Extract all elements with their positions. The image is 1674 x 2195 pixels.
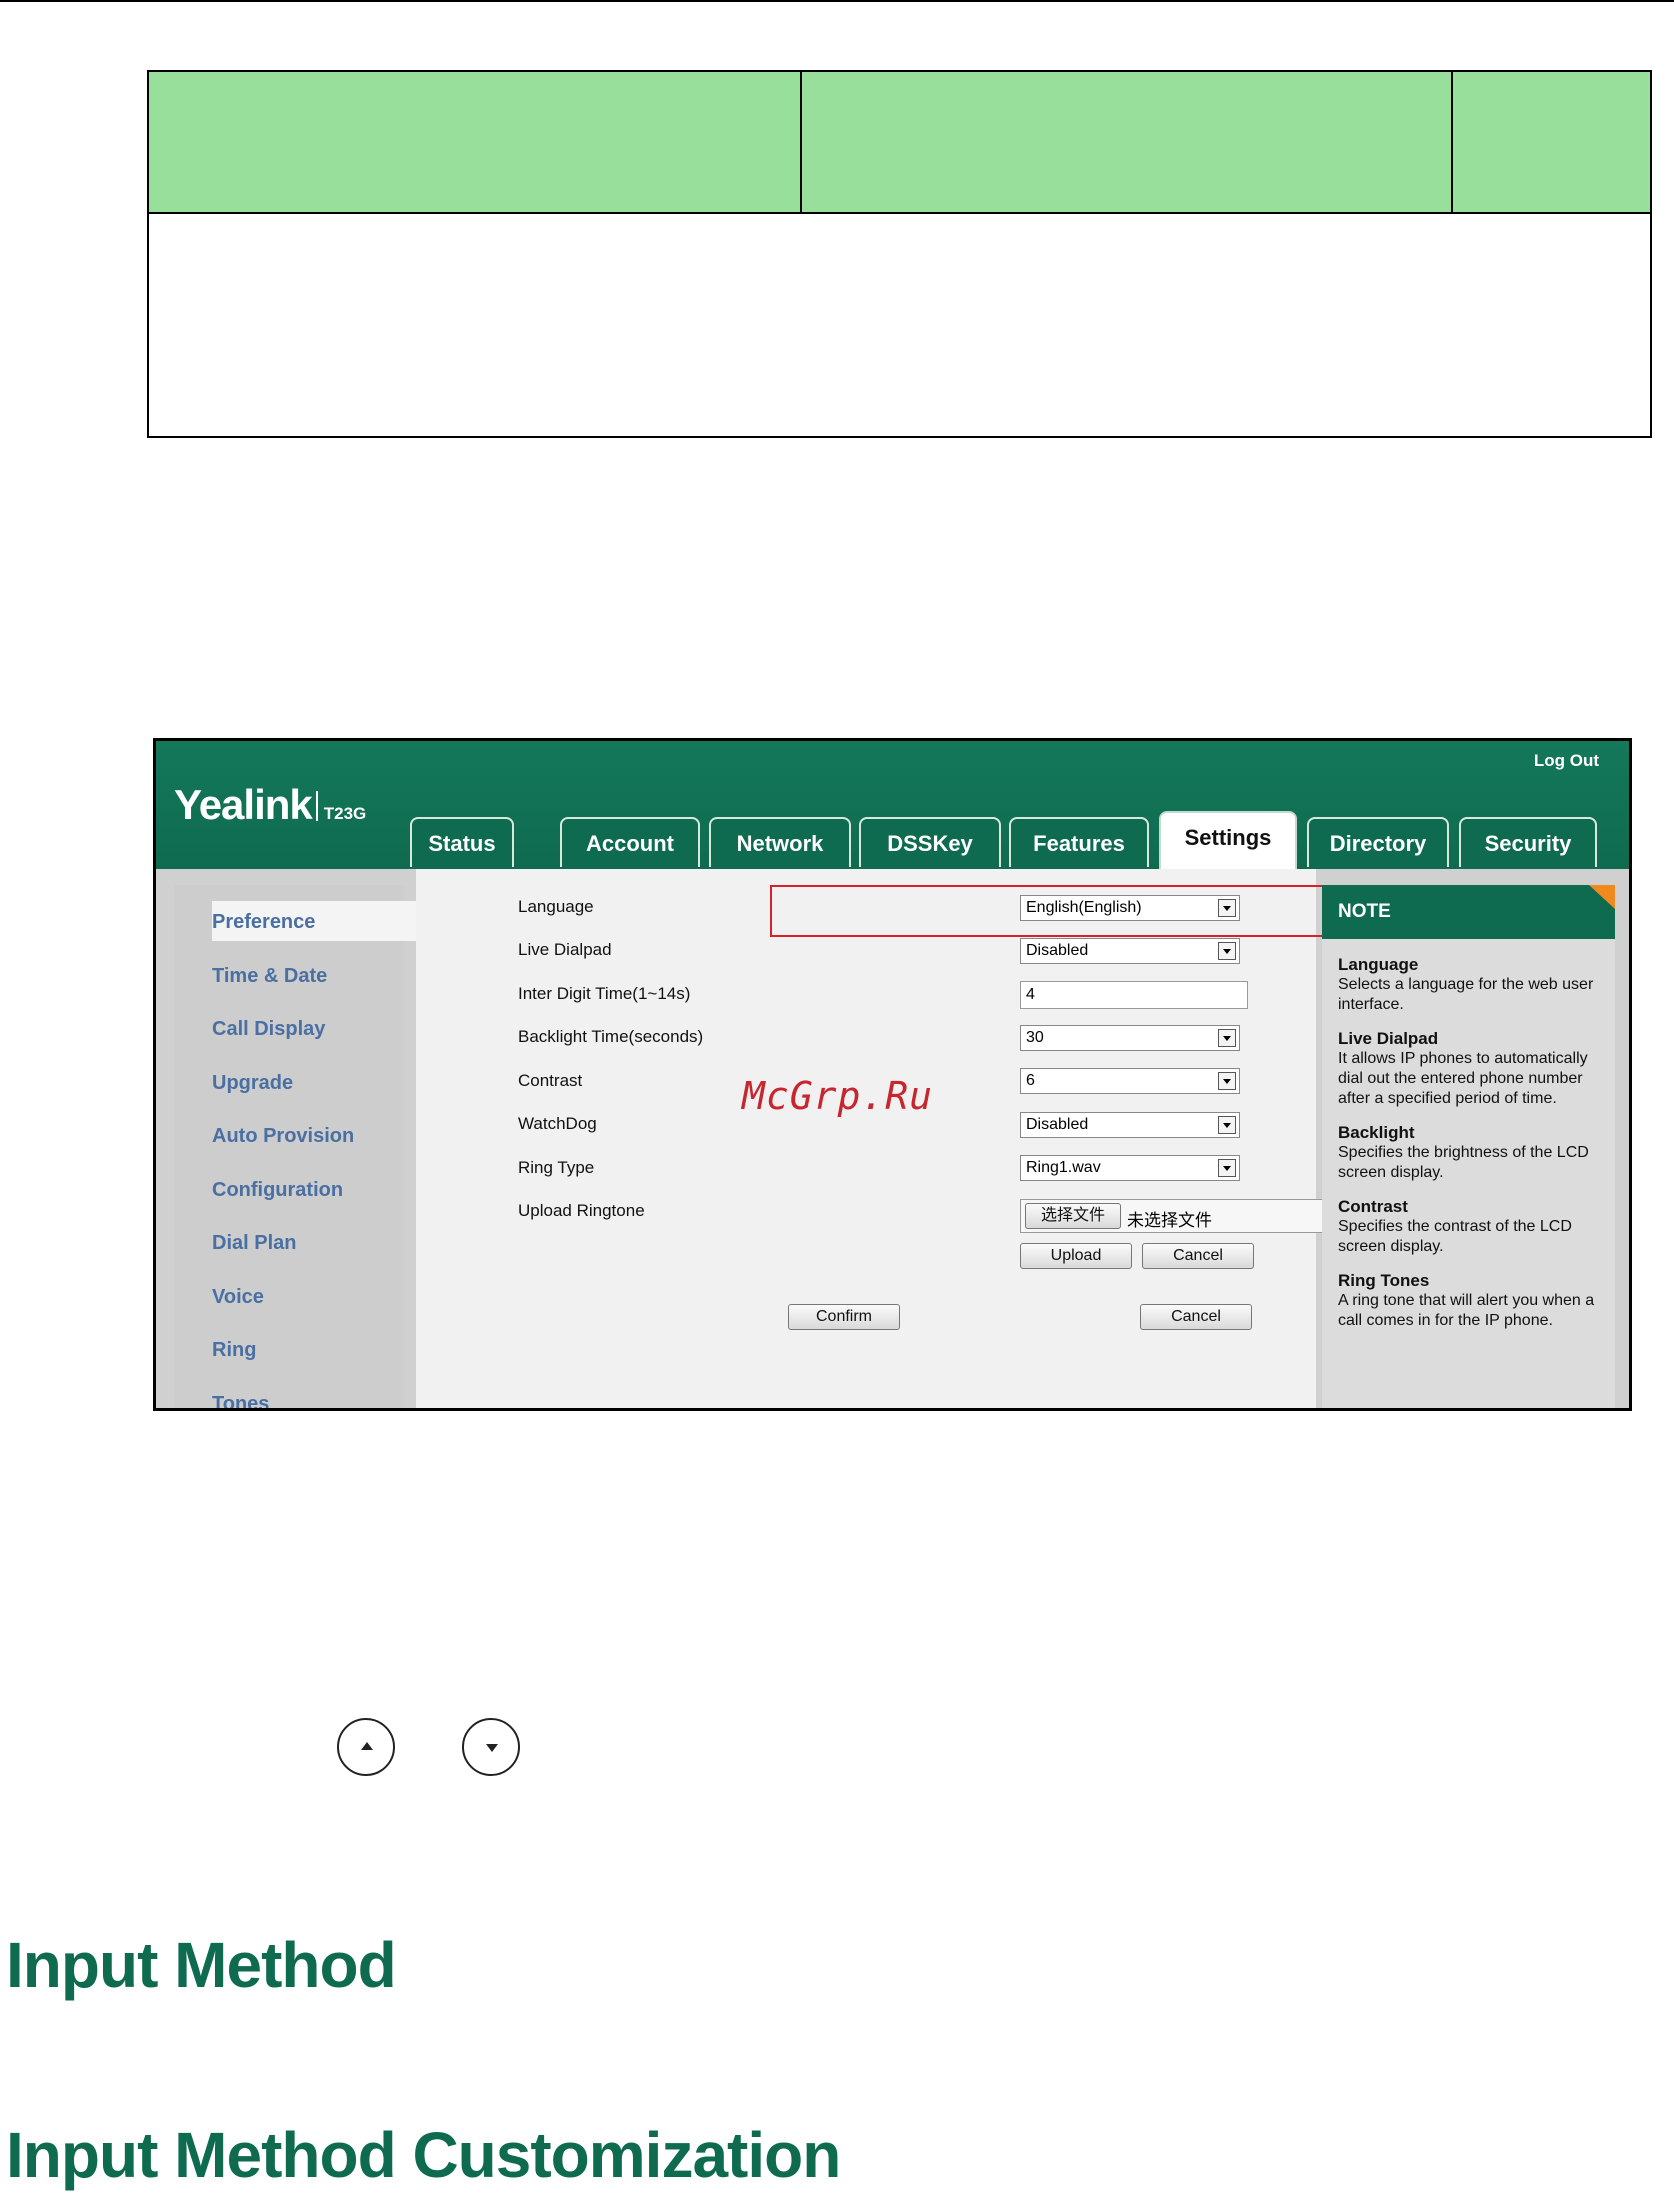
note-body: Language Selects a language for the web … bbox=[1338, 955, 1603, 1345]
yealink-logo: Yealink T23G bbox=[174, 781, 366, 829]
watchdog-value: Disabled bbox=[1026, 1116, 1089, 1133]
settings-form: Language English(English) Live Dialpad D… bbox=[416, 869, 1378, 1408]
tab-network[interactable]: Network bbox=[709, 817, 851, 867]
note-corner-icon bbox=[1589, 885, 1615, 909]
doc-table bbox=[147, 70, 1652, 438]
file-chooser: 选择文件 未选择文件 bbox=[1020, 1199, 1340, 1233]
table-column-divider bbox=[1451, 72, 1453, 212]
language-select[interactable]: English(English) bbox=[1020, 895, 1240, 921]
logo-model: T23G bbox=[323, 804, 367, 823]
inter-digit-input[interactable]: 4 bbox=[1020, 981, 1248, 1009]
choose-file-button[interactable]: 选择文件 bbox=[1025, 1203, 1121, 1229]
section-heading: Input Method bbox=[6, 1929, 397, 2001]
note-item-text: Selects a language for the web user inte… bbox=[1338, 976, 1594, 1013]
watchdog-label: WatchDog bbox=[518, 1114, 597, 1133]
sidebar-item-time-date[interactable]: Time & Date bbox=[212, 965, 327, 988]
watchdog-select[interactable]: Disabled bbox=[1020, 1112, 1240, 1138]
contrast-select[interactable]: 6 bbox=[1020, 1068, 1240, 1094]
sidebar-item-dial-plan[interactable]: Dial Plan bbox=[212, 1232, 296, 1255]
note-title: NOTE bbox=[1322, 885, 1615, 939]
language-label: Language bbox=[518, 897, 594, 916]
backlight-value: 30 bbox=[1026, 1029, 1044, 1046]
sidebar-item-tones[interactable]: Tones bbox=[212, 1393, 269, 1408]
cancel-upload-button[interactable]: Cancel bbox=[1142, 1243, 1254, 1269]
note-item-text: Specifies the contrast of the LCD screen… bbox=[1338, 1218, 1572, 1255]
dropdown-arrow-icon[interactable] bbox=[1218, 1116, 1236, 1134]
backlight-label: Backlight Time(seconds) bbox=[518, 1027, 704, 1046]
sidebar-item-voice[interactable]: Voice bbox=[212, 1286, 264, 1309]
content-area: Preference Time & Date Call Display Upgr… bbox=[156, 869, 1629, 1408]
cancel-button[interactable]: Cancel bbox=[1140, 1304, 1252, 1330]
dropdown-arrow-icon[interactable] bbox=[1218, 899, 1236, 917]
watermark: McGrp.Ru bbox=[742, 1074, 934, 1118]
contrast-value: 6 bbox=[1026, 1072, 1035, 1089]
tab-directory[interactable]: Directory bbox=[1307, 817, 1449, 867]
upload-button[interactable]: Upload bbox=[1020, 1243, 1132, 1269]
logout-link[interactable]: Log Out bbox=[1534, 751, 1599, 771]
subsection-heading: Input Method Customization bbox=[6, 2119, 841, 2191]
no-file-text: 未选择文件 bbox=[1127, 1211, 1212, 1230]
live-dialpad-label: Live Dialpad bbox=[518, 940, 612, 959]
sidebar-item-call-display[interactable]: Call Display bbox=[212, 1018, 325, 1041]
note-item-title: Live Dialpad bbox=[1338, 1029, 1439, 1048]
dropdown-arrow-icon[interactable] bbox=[1218, 1072, 1236, 1090]
sidebar-item-preference[interactable]: Preference bbox=[212, 911, 315, 934]
note-panel: NOTE Language Selects a language for the… bbox=[1322, 885, 1615, 1408]
inter-digit-label: Inter Digit Time(1~14s) bbox=[518, 984, 691, 1003]
top-rule bbox=[0, 0, 1674, 2]
note-item-title: Language bbox=[1338, 955, 1419, 974]
ring-type-label: Ring Type bbox=[518, 1158, 595, 1177]
header-banner: Yealink T23G Log Out Status Account Netwo… bbox=[156, 741, 1629, 869]
table-column-divider bbox=[800, 72, 802, 212]
live-dialpad-select[interactable]: Disabled bbox=[1020, 938, 1240, 964]
note-item-title: Ring Tones bbox=[1338, 1271, 1430, 1290]
dropdown-arrow-icon[interactable] bbox=[1218, 942, 1236, 960]
dropdown-arrow-icon[interactable] bbox=[1218, 1159, 1236, 1177]
logo-brand: Yealink bbox=[174, 781, 313, 828]
navigation-down-icon bbox=[462, 1718, 520, 1776]
note-item-title: Backlight bbox=[1338, 1123, 1415, 1142]
sidebar-item-configuration[interactable]: Configuration bbox=[212, 1179, 343, 1202]
tab-status[interactable]: Status bbox=[410, 817, 514, 867]
live-dialpad-value: Disabled bbox=[1026, 942, 1089, 959]
dropdown-arrow-icon[interactable] bbox=[1218, 1029, 1236, 1047]
contrast-label: Contrast bbox=[518, 1071, 583, 1090]
backlight-select[interactable]: 30 bbox=[1020, 1025, 1240, 1051]
note-item-text: It allows IP phones to automatically dia… bbox=[1338, 1050, 1588, 1107]
navigation-up-icon bbox=[337, 1718, 395, 1776]
note-item-title: Contrast bbox=[1338, 1197, 1408, 1216]
tab-account[interactable]: Account bbox=[560, 817, 700, 867]
tab-dsskey[interactable]: DSSKey bbox=[859, 817, 1001, 867]
logo-separator bbox=[315, 791, 318, 821]
table-header-row bbox=[149, 72, 1650, 214]
sidebar-item-upgrade[interactable]: Upgrade bbox=[212, 1072, 293, 1095]
ring-type-value: Ring1.wav bbox=[1026, 1159, 1101, 1176]
note-item-text: Specifies the brightness of the LCD scre… bbox=[1338, 1144, 1589, 1181]
sidebar-item-auto-provision[interactable]: Auto Provision bbox=[212, 1125, 354, 1148]
ring-type-select[interactable]: Ring1.wav bbox=[1020, 1155, 1240, 1181]
tab-security[interactable]: Security bbox=[1459, 817, 1597, 867]
tab-features[interactable]: Features bbox=[1009, 817, 1149, 867]
confirm-button[interactable]: Confirm bbox=[788, 1304, 900, 1330]
tab-settings[interactable]: Settings bbox=[1159, 811, 1297, 869]
upload-ringtone-label: Upload Ringtone bbox=[518, 1201, 645, 1220]
sidebar-item-ring[interactable]: Ring bbox=[212, 1339, 256, 1362]
language-value: English(English) bbox=[1026, 899, 1142, 916]
sidebar: Preference Time & Date Call Display Upgr… bbox=[174, 885, 422, 1408]
note-item-text: A ring tone that will alert you when a c… bbox=[1338, 1292, 1595, 1329]
